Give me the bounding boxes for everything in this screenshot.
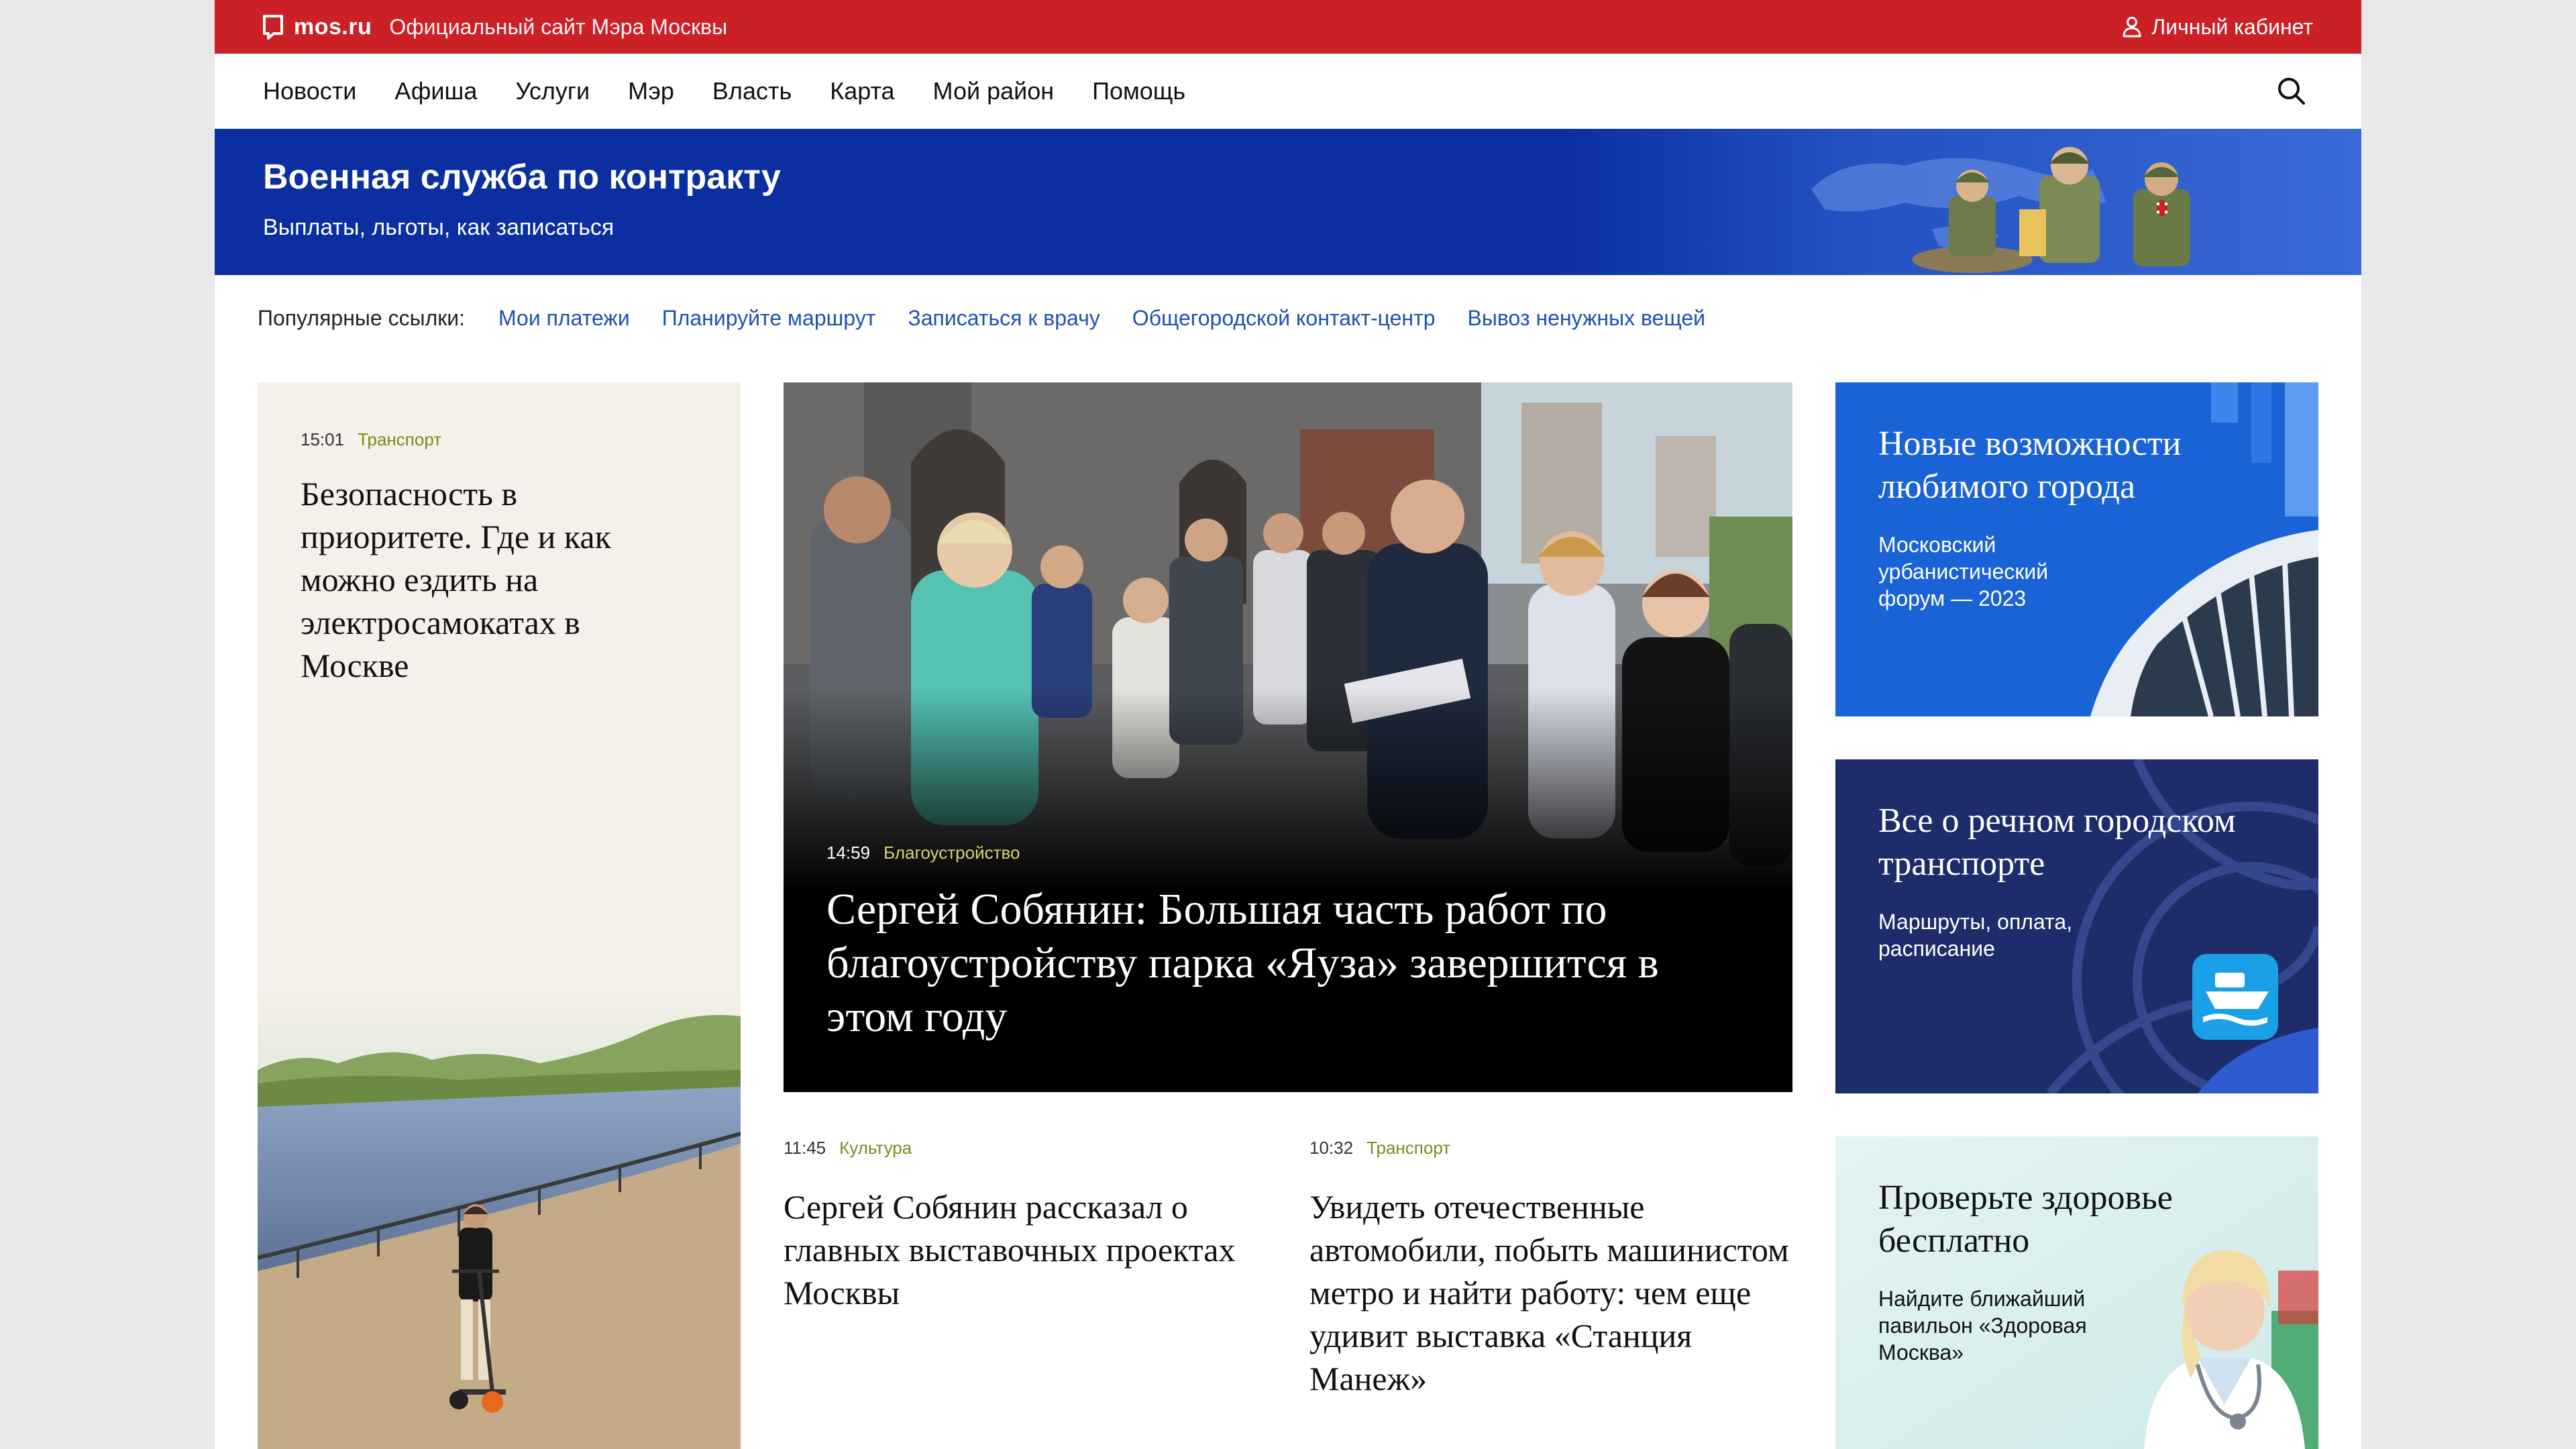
contract-service-banner[interactable]: Военная служба по контракту Выплаты, льг…	[215, 129, 2361, 275]
nav-item-afisha[interactable]: Афиша	[394, 77, 477, 105]
nav-item-government[interactable]: Власть	[712, 77, 792, 105]
user-icon	[2123, 17, 2141, 38]
banner-title: Военная служба по контракту	[263, 158, 781, 197]
news-category[interactable]: Транспорт	[1366, 1138, 1450, 1158]
news-time: 14:59	[826, 843, 871, 863]
news-time: 15:01	[301, 429, 345, 449]
main-nav: Новости Афиша Услуги Мэр Власть Карта Мо…	[215, 54, 2361, 129]
popular-links-label: Популярные ссылки:	[258, 306, 466, 330]
mayor-meeting-photo	[784, 382, 1792, 892]
banner-subtitle: Выплаты, льготы, как записаться	[263, 215, 614, 240]
news-meta: 10:32 Транспорт	[1309, 1138, 1806, 1159]
top-bar: mos.ru Официальный сайт Мэра Москвы Личн…	[215, 0, 2361, 54]
nav-item-my-district[interactable]: Мой район	[933, 77, 1055, 105]
page: mos.ru Официальный сайт Мэра Москвы Личн…	[215, 0, 2361, 1449]
mos-logo-icon	[263, 15, 283, 40]
link-junk-removal[interactable]: Вывоз ненужных вещей	[1468, 306, 1706, 331]
health-check-promo[interactable]: Проверьте здоровье бесплатно Найдите бли…	[1835, 1136, 2318, 1449]
cabinet-label: Личный кабинет	[2151, 14, 2313, 39]
promo-title: Все о речном городском транспорте	[1878, 802, 2236, 883]
urban-forum-promo[interactable]: Новые возможности любимого города Москов…	[1835, 382, 2318, 716]
news-category[interactable]: Транспорт	[358, 429, 441, 449]
news-category[interactable]: Культура	[839, 1138, 912, 1158]
promo-subtitle: Московский урбанистический форум — 2023	[1878, 533, 2049, 610]
news-meta: 11:45 Культура	[784, 1138, 1280, 1159]
link-my-payments[interactable]: Мои платежи	[498, 306, 630, 331]
logo-text: mos.ru	[294, 13, 372, 40]
promo-subtitle: Маршруты, оплата, расписание	[1878, 910, 2073, 961]
news-headline: Увидеть отечественные автомобили, побыть…	[1309, 1188, 1789, 1397]
link-contact-center[interactable]: Общегородской контакт-центр	[1132, 306, 1436, 331]
nav-item-map[interactable]: Карта	[830, 77, 894, 105]
news-headline: Безопасность в приоритете. Где и как мож…	[301, 475, 611, 684]
news-item[interactable]: 11:45 Культура Сергей Собянин рассказал о…	[784, 1138, 1280, 1314]
nav-item-news[interactable]: Новости	[263, 77, 356, 105]
news-meta: 14:59 Благоустройство	[826, 843, 1020, 863]
nav-item-mayor[interactable]: Мэр	[628, 77, 674, 105]
news-item[interactable]: 10:32 Транспорт Увидеть отечественные авт…	[1309, 1138, 1806, 1400]
nav-item-services[interactable]: Услуги	[515, 77, 590, 105]
promo-title: Новые возможности любимого города	[1878, 425, 2182, 506]
link-doctor-appointment[interactable]: Записаться к врачу	[908, 306, 1099, 331]
main-news-headline: Сергей Собянин: Большая часть работ по б…	[826, 885, 1659, 1041]
main-news-card[interactable]: 14:59 Благоустройство Сергей Собянин: Бол…	[784, 382, 1792, 1092]
mos-logo[interactable]: mos.ru	[262, 13, 372, 40]
news-category[interactable]: Благоустройство	[883, 843, 1020, 863]
river-transport-promo[interactable]: Все о речном городском транспорте Маршру…	[1835, 759, 2318, 1093]
site-title: Официальный сайт Мэра Москвы	[389, 14, 728, 39]
link-plan-route[interactable]: Планируйте маршрут	[662, 306, 876, 331]
news-time: 11:45	[784, 1138, 826, 1158]
promo-subtitle: Найдите ближайший павильон «Здоровая Мос…	[1878, 1287, 2087, 1364]
soldiers-illustration	[1556, 129, 2361, 275]
news-meta: 15:01 Транспорт	[301, 429, 441, 450]
personal-cabinet-link[interactable]: Личный кабинет	[2122, 15, 2313, 40]
scooter-news-card[interactable]: 15:01 Транспорт Безопасность в приоритете…	[258, 382, 741, 1449]
promo-title: Проверьте здоровье бесплатно	[1878, 1179, 2173, 1260]
nav-item-help[interactable]: Помощь	[1092, 77, 1185, 105]
news-headline: Сергей Собянин рассказал о главных выста…	[784, 1188, 1236, 1311]
scooter-riverside-photo	[258, 989, 741, 1449]
news-time: 10:32	[1309, 1138, 1354, 1158]
search-icon[interactable]	[2275, 75, 2308, 107]
popular-links: Популярные ссылки: Мои платежи Планируйт…	[258, 306, 1737, 331]
